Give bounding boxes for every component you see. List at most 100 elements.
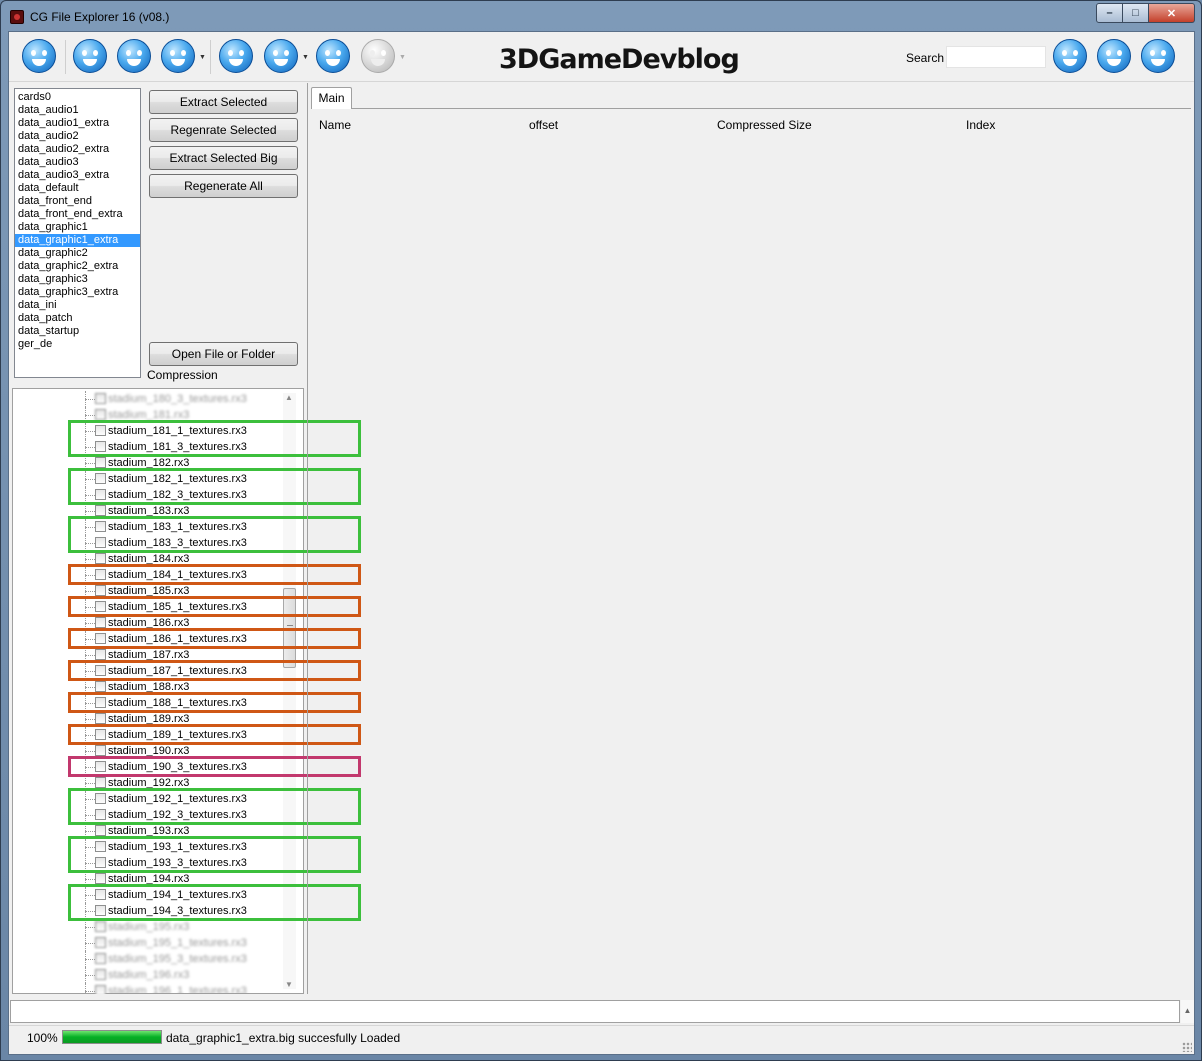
tree-checkbox[interactable] [95, 953, 106, 964]
smiley-big-grin-icon[interactable] [1141, 39, 1175, 73]
file-list-item[interactable]: data_graphic2_extra [15, 260, 140, 273]
file-list-item[interactable]: data_graphic3_extra [15, 286, 140, 299]
smiley-grin-icon[interactable] [22, 39, 56, 73]
file-list-item[interactable]: data_audio3_extra [15, 169, 140, 182]
scroll-up-icon[interactable]: ▲ [285, 393, 293, 402]
file-list-item[interactable]: data_graphic3 [15, 273, 140, 286]
tree-checkbox[interactable] [95, 393, 106, 404]
tab-main[interactable]: Main [311, 87, 352, 109]
tree-branch-line [85, 511, 95, 512]
logo: 3DGameDevblog [499, 44, 740, 75]
tree-branch-line [85, 399, 95, 400]
smiley-laugh-icon[interactable] [219, 39, 253, 73]
column-header-compressed-size[interactable]: Compressed Size [717, 118, 812, 132]
status-bar: 100% data_graphic1_extra.big succesfully… [9, 1025, 1194, 1054]
tree-checkbox[interactable] [95, 825, 106, 836]
tree-checkbox[interactable] [95, 553, 106, 564]
file-list-item[interactable]: data_front_end_extra [15, 208, 140, 221]
extract-selected-button[interactable]: Extract Selected [149, 90, 298, 114]
tree-checkbox[interactable] [95, 713, 106, 724]
title-bar[interactable]: CG File Explorer 16 (v08.) – □ ✕ [1, 1, 1201, 31]
toolbar-separator [210, 40, 211, 74]
tree-checkbox[interactable] [95, 585, 106, 596]
tree-row-label: stadium_196.rx3 [108, 969, 190, 981]
column-header-index[interactable]: Index [966, 118, 995, 132]
tree-checkbox[interactable] [95, 921, 106, 932]
tree-checkbox[interactable] [95, 777, 106, 788]
regenerate-selected-button[interactable]: Regenrate Selected [149, 118, 298, 142]
dropdown-arrow-icon[interactable]: ▼ [302, 54, 309, 61]
regenerate-all-button[interactable]: Regenerate All [149, 174, 298, 198]
file-list-item[interactable]: data_patch [15, 312, 140, 325]
tree-branch-line [85, 959, 95, 960]
scroll-down-icon[interactable]: ▼ [285, 980, 293, 989]
tree-checkbox[interactable] [95, 873, 106, 884]
smiley-wink-icon[interactable] [264, 39, 298, 73]
tree-branch-line [85, 783, 95, 784]
tree-row[interactable]: stadium_195_3_textures.rx3 [13, 951, 293, 967]
smiley-surprised-icon[interactable] [117, 39, 151, 73]
log-textbox[interactable] [10, 1000, 1180, 1023]
minimize-button[interactable]: – [1096, 3, 1123, 23]
search-input[interactable] [946, 46, 1046, 68]
tree-row[interactable]: stadium_195.rx3 [13, 919, 293, 935]
column-header-name[interactable]: Name [319, 118, 351, 132]
file-tree[interactable]: stadium_196_1_textures.rx3 stadium_196.rx… [12, 388, 361, 994]
close-button[interactable]: ✕ [1149, 3, 1195, 23]
big-file-list[interactable]: cards0 data_audio1 data_audio1_extra data_a… [14, 88, 141, 378]
tree-checkbox[interactable] [95, 649, 106, 660]
maximize-button[interactable]: □ [1123, 3, 1149, 23]
tree-checkbox[interactable] [95, 617, 106, 628]
app-window: CG File Explorer 16 (v08.) – □ ✕ ▼ ▼ ▼ 3… [0, 0, 1202, 1061]
scroll-up-icon[interactable]: ▲ [1181, 1000, 1194, 1023]
tree-row-label: stadium_195.rx3 [108, 921, 190, 933]
tree-row[interactable]: stadium_196.rx3 [13, 967, 293, 983]
file-list-item[interactable]: data_ini [15, 299, 140, 312]
file-list-item[interactable]: cards0 [15, 91, 140, 104]
panel-splitter[interactable] [307, 83, 308, 994]
file-list-item[interactable]: data_audio1_extra [15, 117, 140, 130]
tree-checkbox[interactable] [95, 969, 106, 980]
file-list-item[interactable]: data_front_end [15, 195, 140, 208]
status-message: data_graphic1_extra.big succesfully Load… [166, 1031, 401, 1045]
dropdown-arrow-icon[interactable]: ▼ [199, 54, 206, 61]
app-icon [10, 10, 24, 24]
file-list-item[interactable]: data_graphic2 [15, 247, 140, 260]
resize-grip-icon[interactable] [1182, 1042, 1192, 1052]
tree-row[interactable]: stadium_196_1_textures.rx3 [13, 983, 293, 997]
tree-row[interactable]: stadium_195_1_textures.rx3 [13, 935, 293, 951]
tree-branch-line [85, 927, 95, 928]
tree-branch-line [85, 751, 95, 752]
tree-checkbox[interactable] [95, 745, 106, 756]
tree-checkbox[interactable] [95, 985, 106, 994]
open-file-or-folder-button[interactable]: Open File or Folder [149, 342, 298, 366]
tree-checkbox[interactable] [95, 681, 106, 692]
tree-branch-line [85, 719, 95, 720]
window-title: CG File Explorer 16 (v08.) [30, 10, 170, 24]
toolbar-separator [65, 40, 66, 74]
file-list-item[interactable]: data_startup [15, 325, 140, 338]
smiley-happy-icon[interactable] [316, 39, 350, 73]
file-list-item[interactable]: data_audio2 [15, 130, 140, 143]
smiley-shout-icon[interactable] [73, 39, 107, 73]
file-list-item[interactable]: data_default [15, 182, 140, 195]
file-list-item[interactable]: data_audio1 [15, 104, 140, 117]
tree-checkbox[interactable] [95, 937, 106, 948]
smiley-confused-icon[interactable] [1053, 39, 1087, 73]
tree-checkbox[interactable] [95, 409, 106, 420]
file-list-item[interactable]: data_graphic1 [15, 221, 140, 234]
tree-checkbox[interactable] [95, 457, 106, 468]
file-list-item[interactable]: data_audio2_extra [15, 143, 140, 156]
smiley-sad-icon[interactable] [161, 39, 195, 73]
tree-row-label: stadium_196_1_textures.rx3 [108, 985, 247, 997]
smiley-disabled-icon [361, 39, 395, 73]
column-header-offset[interactable]: offset [529, 118, 558, 132]
file-list-item[interactable]: ger_de [15, 338, 140, 351]
tree-branch-line [85, 623, 95, 624]
extract-selected-big-button[interactable]: Extract Selected Big [149, 146, 298, 170]
tree-row[interactable]: stadium_180_3_textures.rx3 [13, 391, 293, 407]
smiley-tongue-icon[interactable] [1097, 39, 1131, 73]
file-list-item[interactable]: data_audio3 [15, 156, 140, 169]
file-list-item[interactable]: data_graphic1_extra [15, 234, 140, 247]
tree-checkbox[interactable] [95, 505, 106, 516]
